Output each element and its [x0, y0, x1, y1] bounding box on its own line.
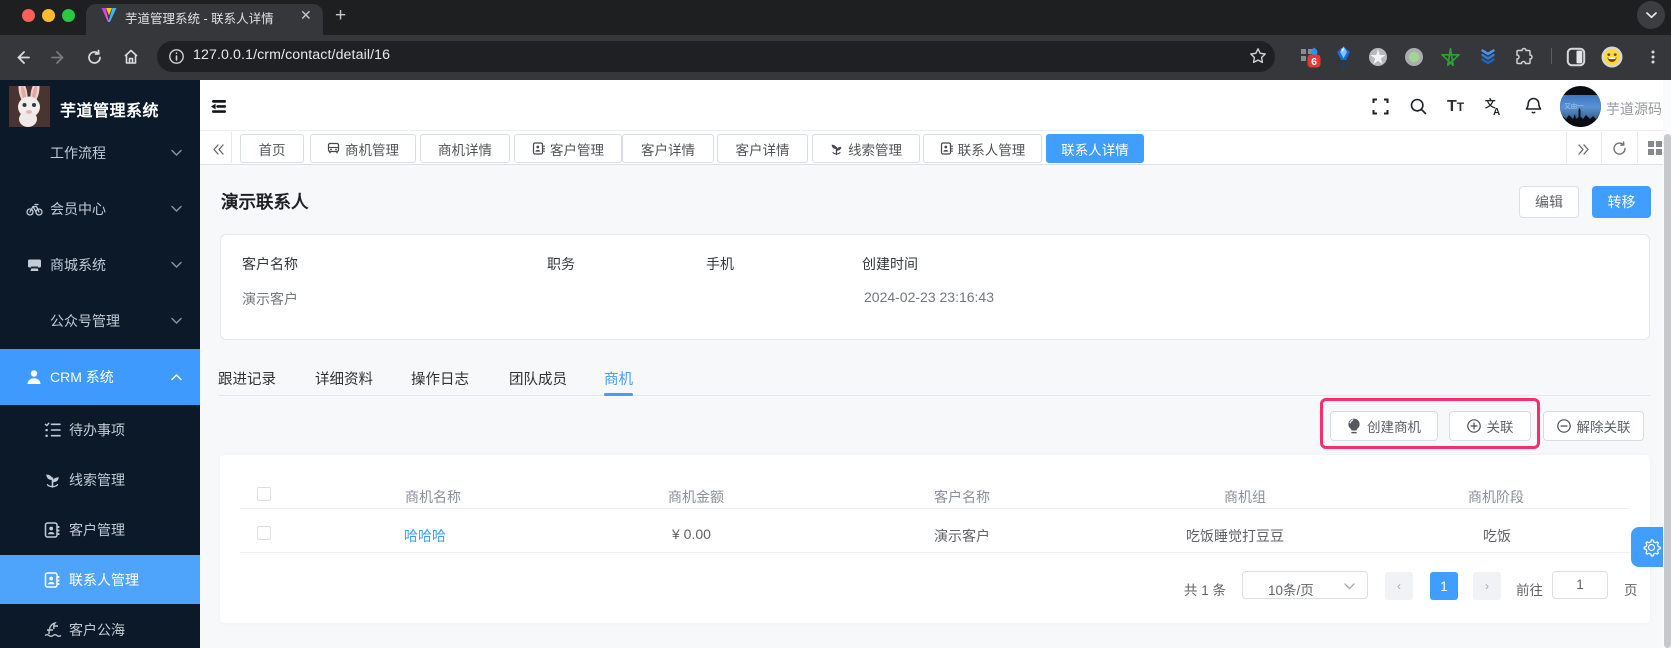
svg-text:A: A	[1493, 107, 1500, 116]
svg-text:6: 6	[1311, 56, 1317, 68]
svg-text:又由一: 又由一	[1564, 101, 1584, 110]
